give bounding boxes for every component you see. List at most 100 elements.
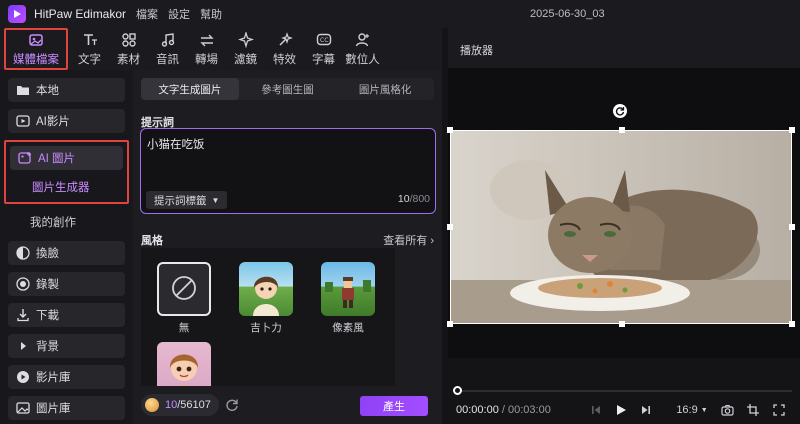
style-pixel-label: 像素風 xyxy=(332,322,364,334)
sidebar-item-face-swap[interactable]: 換臉 xyxy=(8,241,125,265)
credits-total: /56107 xyxy=(177,399,211,411)
rotate-icon[interactable] xyxy=(613,104,627,118)
sidebar-item-ai-video[interactable]: AI影片 xyxy=(8,109,125,133)
title-bar: HitPaw Edimakor 檔案 設定 幫助 2025-06-30_03 xyxy=(0,0,800,28)
playback-scrubber[interactable] xyxy=(456,390,792,392)
tab-captions[interactable]: CC 字幕 xyxy=(304,28,343,70)
main-toolbar: 媒體檔案 文字 素材 音訊 轉場 濾鏡 特效 CC 字幕 數位人 xyxy=(0,28,442,70)
sidebar-item-my-creations[interactable]: 我的創作 xyxy=(8,210,125,234)
tab-text-to-image[interactable]: 文字生成圖片 xyxy=(141,78,239,100)
sidebar-item-label: 本地 xyxy=(36,85,59,97)
player-controls: 00:00:00 / 00:03:00 16:9 ▼ xyxy=(448,380,800,424)
resize-handle-bottom-left[interactable] xyxy=(447,321,453,327)
sidebar-item-record[interactable]: 錄製 xyxy=(8,272,125,296)
sidebar-item-local[interactable]: 本地 xyxy=(8,78,125,102)
style-none-card[interactable] xyxy=(157,262,211,316)
generator-footer: 10/56107 產生 xyxy=(133,388,442,424)
project-title: 2025-06-30_03 xyxy=(530,8,605,20)
sidebar-item-download[interactable]: 下載 xyxy=(8,303,125,327)
resize-handle-top-left[interactable] xyxy=(447,127,453,133)
tab-filters[interactable]: 濾鏡 xyxy=(226,28,265,70)
tab-media[interactable]: 媒體檔案 xyxy=(4,28,68,70)
menu-file[interactable]: 檔案 xyxy=(136,6,158,22)
crop-icon[interactable] xyxy=(746,402,760,418)
fullscreen-icon[interactable] xyxy=(772,402,786,418)
ai-video-icon xyxy=(16,114,30,128)
sidebar-group-ai-image: AI 圖片 圖片生成器 xyxy=(4,140,129,204)
tab-digital-human[interactable]: 數位人 xyxy=(343,28,382,70)
snapshot-icon[interactable] xyxy=(720,402,734,418)
menu-bar: 檔案 設定 幫助 xyxy=(136,6,232,22)
style-grid: 無 吉卜力 像素風 xyxy=(141,248,395,386)
tab-text[interactable]: 文字 xyxy=(70,28,109,70)
style-pixar-card[interactable] xyxy=(157,342,211,386)
face-swap-icon xyxy=(16,246,30,260)
style-label: 風格 xyxy=(141,235,163,247)
caption-icon: CC xyxy=(315,31,333,49)
sidebar-item-ai-image[interactable]: AI 圖片 xyxy=(10,146,123,170)
generate-button[interactable]: 產生 xyxy=(360,396,428,416)
sidebar-item-image-generator[interactable]: 圖片生成器 xyxy=(8,178,125,196)
selection-box[interactable] xyxy=(447,127,795,327)
tab-image-stylize[interactable]: 圖片風格化 xyxy=(336,78,434,100)
step-forward-icon[interactable] xyxy=(640,402,652,418)
tab-audio-label: 音訊 xyxy=(156,54,179,66)
chevron-right-icon: › xyxy=(430,235,434,247)
sidebar-item-image-library[interactable]: 圖片庫 xyxy=(8,396,125,420)
resize-handle-top[interactable] xyxy=(619,127,625,133)
resize-handle-top-right[interactable] xyxy=(789,127,795,133)
download-icon xyxy=(16,308,30,322)
tab-effects-label: 特效 xyxy=(273,54,296,66)
refresh-icon[interactable] xyxy=(225,398,239,412)
sidebar-item-label: 影片庫 xyxy=(36,372,71,384)
sidebar-item-label: 錄製 xyxy=(36,279,59,291)
sidebar-item-background[interactable]: 背景 xyxy=(8,334,125,358)
char-limit: /800 xyxy=(409,193,430,205)
tab-text-label: 文字 xyxy=(78,54,101,66)
playhead-knob[interactable] xyxy=(453,386,462,395)
style-pixel-card[interactable] xyxy=(321,262,375,316)
tab-digital-human-label: 數位人 xyxy=(345,54,380,66)
tab-image-to-image[interactable]: 參考圖生圖 xyxy=(239,78,337,100)
step-back-icon[interactable] xyxy=(590,402,602,418)
app-logo-icon xyxy=(8,5,26,23)
ghibli-thumbnail xyxy=(253,276,279,316)
resize-handle-left[interactable] xyxy=(447,224,453,230)
prompt-tags-button[interactable]: 提示詞標籤 ▼ xyxy=(146,191,228,209)
play-icon[interactable] xyxy=(614,402,628,418)
view-all-link[interactable]: 查看所有 › xyxy=(383,232,434,248)
caret-right-icon xyxy=(16,339,30,353)
char-count: 10 xyxy=(397,193,410,205)
resize-handle-right[interactable] xyxy=(789,224,795,230)
style-ghibli-label: 吉卜力 xyxy=(250,322,282,334)
tab-filters-label: 濾鏡 xyxy=(234,54,257,66)
credits-current: 10 xyxy=(165,399,178,411)
preview-canvas[interactable] xyxy=(447,68,800,358)
tab-transitions-label: 轉場 xyxy=(195,54,218,66)
image-icon xyxy=(27,31,45,49)
resize-handle-bottom-right[interactable] xyxy=(789,321,795,327)
sidebar-item-label: 換臉 xyxy=(36,248,59,260)
tab-assets-label: 素材 xyxy=(117,54,140,66)
play-circle-icon xyxy=(16,370,30,384)
caret-down-icon: ▼ xyxy=(211,195,220,205)
menu-help[interactable]: 幫助 xyxy=(200,6,222,22)
tab-audio[interactable]: 音訊 xyxy=(148,28,187,70)
aspect-ratio-dropdown[interactable]: 16:9 ▼ xyxy=(676,402,708,418)
tab-assets[interactable]: 素材 xyxy=(109,28,148,70)
sidebar-item-video-library[interactable]: 影片庫 xyxy=(8,365,125,389)
prompt-tags-label: 提示詞標籤 xyxy=(154,194,207,207)
coin-icon xyxy=(145,398,159,412)
text-icon xyxy=(81,31,99,49)
sidebar-item-label: AI 圖片 xyxy=(38,153,76,165)
tab-effects[interactable]: 特效 xyxy=(265,28,304,70)
prompt-input[interactable]: 小猫在吃饭 提示詞標籤 ▼ 10/800 xyxy=(140,128,436,214)
tab-transitions[interactable]: 轉場 xyxy=(187,28,226,70)
menu-settings[interactable]: 設定 xyxy=(168,6,190,22)
image-generator-panel: 文字生成圖片 參考圖生圖 圖片風格化 提示詞 小猫在吃饭 提示詞標籤 ▼ 10/… xyxy=(133,70,442,424)
time-separator: / xyxy=(498,404,508,416)
char-counter: 10/800 xyxy=(398,193,430,205)
caret-down-icon: ▼ xyxy=(700,406,708,414)
style-ghibli-card[interactable] xyxy=(239,262,293,316)
resize-handle-bottom[interactable] xyxy=(619,321,625,327)
